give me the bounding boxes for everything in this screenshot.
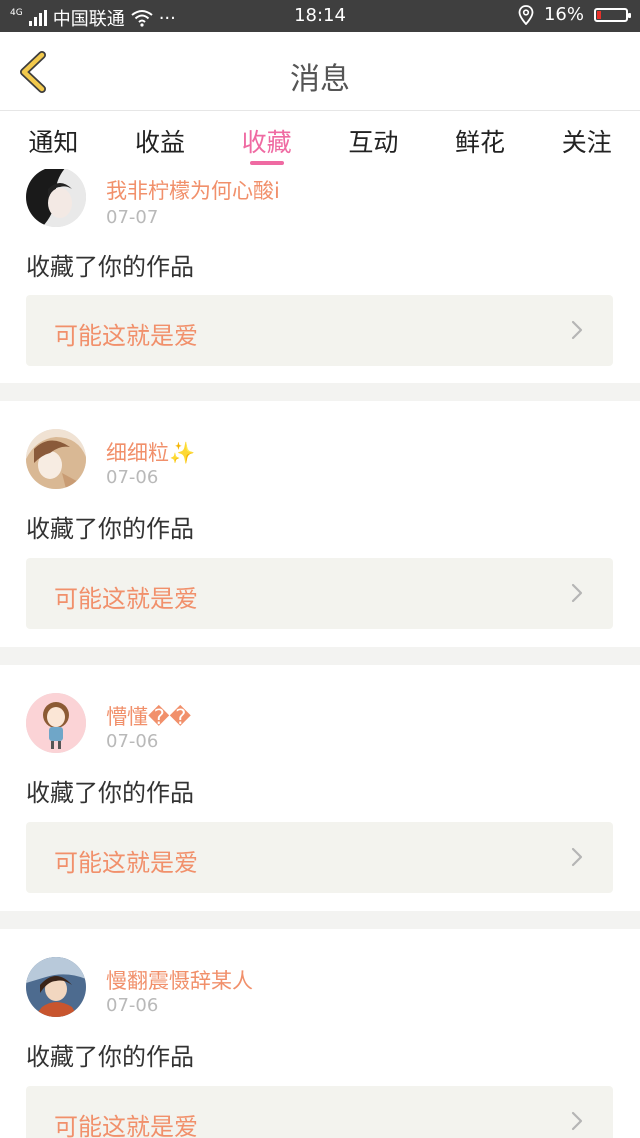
work-title: 可能这就是爱: [54, 849, 198, 877]
username[interactable]: 懵懂��: [106, 701, 191, 731]
action-text: 收藏了你的作品: [26, 779, 194, 807]
nav-header: 消息: [0, 32, 640, 111]
tab-follows[interactable]: 关注: [533, 111, 640, 169]
avatar[interactable]: [26, 429, 86, 489]
page-title: 消息: [290, 62, 350, 97]
tab-bar: 通知 收益 收藏 互动 鲜花 关注: [0, 111, 640, 169]
list-item: 懵懂�� 07-06 收藏了你的作品 可能这就是爱: [0, 665, 640, 911]
work-link[interactable]: 可能这就是爱: [26, 822, 613, 893]
battery-percent: 16%: [543, 4, 584, 25]
date: 07-06: [106, 467, 159, 488]
action-text: 收藏了你的作品: [26, 253, 194, 281]
avatar[interactable]: [26, 169, 86, 227]
avatar[interactable]: [26, 957, 86, 1017]
battery-icon: [594, 7, 631, 22]
location-icon: [518, 4, 534, 25]
chevron-right-icon: [571, 320, 583, 340]
tab-interactions[interactable]: 互动: [320, 111, 427, 169]
chevron-right-icon: [571, 1111, 583, 1131]
active-tab-indicator: [249, 161, 284, 165]
action-text: 收藏了你的作品: [26, 1043, 194, 1071]
username[interactable]: 我非柠檬为何心酸i: [106, 175, 280, 205]
username[interactable]: 细细粒✨: [106, 437, 195, 467]
username[interactable]: 慢翻震慑辞某人: [106, 965, 253, 995]
work-title: 可能这就是爱: [54, 585, 198, 613]
work-link[interactable]: 可能这就是爱: [26, 1086, 613, 1138]
tab-notifications[interactable]: 通知: [0, 111, 107, 169]
tab-flowers[interactable]: 鲜花: [427, 111, 534, 169]
work-link[interactable]: 可能这就是爱: [26, 295, 613, 366]
date: 07-07: [106, 207, 159, 228]
date: 07-06: [106, 731, 159, 752]
work-link[interactable]: 可能这就是爱: [26, 558, 613, 629]
tab-favorites[interactable]: 收藏: [213, 111, 320, 169]
action-text: 收藏了你的作品: [26, 515, 194, 543]
work-title: 可能这就是爱: [54, 1113, 198, 1138]
list-item: 细细粒✨ 07-06 收藏了你的作品 可能这就是爱: [0, 401, 640, 647]
date: 07-06: [106, 995, 159, 1016]
tab-earnings[interactable]: 收益: [107, 111, 214, 169]
battery-level-fill: [597, 10, 601, 19]
favorites-list[interactable]: 我非柠檬为何心酸i 07-07 收藏了你的作品 可能这就是爱 细细粒✨ 07-0…: [0, 169, 640, 1138]
work-title: 可能这就是爱: [54, 322, 198, 350]
avatar[interactable]: [26, 693, 86, 753]
list-item: 慢翻震慑辞某人 07-06 收藏了你的作品 可能这就是爱: [0, 929, 640, 1138]
chevron-right-icon: [571, 847, 583, 867]
list-item: 我非柠檬为何心酸i 07-07 收藏了你的作品 可能这就是爱: [0, 169, 640, 383]
status-bar: 4G 中国联通 ··· 18:14 16%: [0, 0, 640, 32]
chevron-right-icon: [571, 583, 583, 603]
